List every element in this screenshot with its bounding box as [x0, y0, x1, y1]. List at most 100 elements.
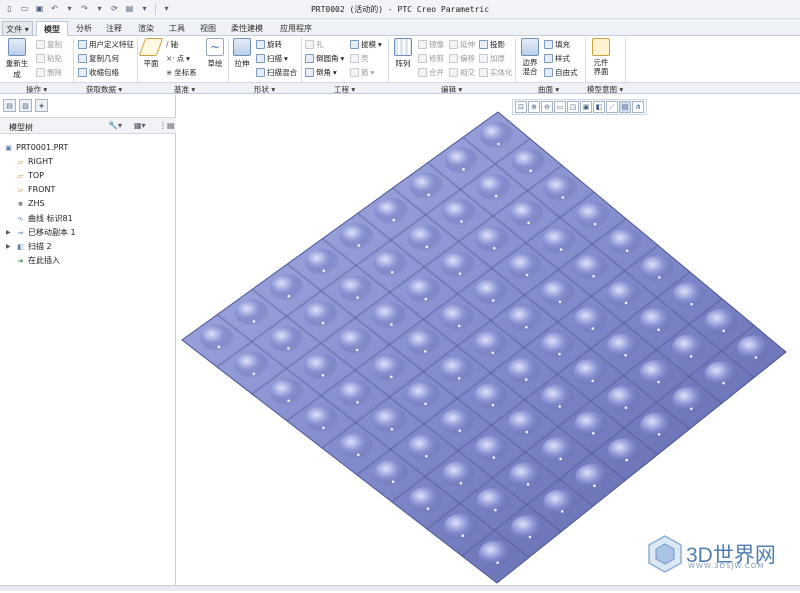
group-editing[interactable]: 编辑 ▾ — [441, 84, 462, 95]
extrude-label: 拉伸 — [234, 59, 250, 68]
axis-button[interactable]: / 轴 — [166, 39, 178, 50]
point-dropdown-icon[interactable]: ▾ — [186, 54, 190, 63]
annotation-display-icon[interactable]: ▤ — [619, 101, 631, 113]
group-datum[interactable]: 基准 ▾ — [174, 84, 195, 95]
thicken-button[interactable]: 加厚 — [479, 53, 505, 64]
refit-icon[interactable]: ⊡ — [515, 101, 527, 113]
sketch-button[interactable]: ~ 草绘 — [204, 38, 226, 69]
shrinkwrap-button[interactable]: 收缩包络 — [78, 67, 119, 78]
group-shapes[interactable]: 形状 ▾ — [254, 84, 275, 95]
paste-button[interactable]: 粘贴 — [36, 53, 62, 64]
tab-flexible-modeling[interactable]: 柔性建模 — [225, 21, 269, 36]
copy-button[interactable]: 复制 — [36, 39, 62, 50]
solidify-button[interactable]: 实体化 — [479, 67, 513, 78]
chamfer-dropdown-icon[interactable]: ▾ — [333, 68, 337, 77]
group-operations[interactable]: 操作 ▾ — [26, 84, 47, 95]
datum-display-icon[interactable]: ⟋ — [606, 101, 618, 113]
freestyle-button[interactable]: 自由式 — [544, 67, 578, 78]
horizontal-scrollbar[interactable] — [0, 585, 800, 591]
style-button[interactable]: 样式 — [544, 53, 570, 64]
swept-blend-label: 扫描混合 — [267, 68, 297, 77]
tree-item-front[interactable]: ▱ FRONT — [16, 185, 56, 194]
copy-geometry-button[interactable]: 复制几何 — [78, 53, 119, 64]
hole-button[interactable]: 孔 — [305, 39, 324, 50]
mirror-button[interactable]: 镜像 — [418, 39, 444, 50]
display-style-icon[interactable]: ◧ — [593, 101, 605, 113]
expand-arrow-icon[interactable]: ▶ — [6, 229, 11, 236]
project-button[interactable]: 投影 — [479, 39, 505, 50]
tree-item-right[interactable]: ▱ RIGHT — [16, 157, 53, 166]
draft-dropdown-icon[interactable]: ▾ — [378, 40, 382, 49]
tree-item-top[interactable]: ▱ TOP — [16, 171, 44, 180]
rib-button[interactable]: 筋 ▾ — [350, 67, 374, 78]
tree-item-zhs[interactable]: ⋇ ZHS — [16, 199, 45, 208]
zoom-in-icon[interactable]: ⊕ — [528, 101, 540, 113]
zoom-out-icon[interactable]: ⊖ — [541, 101, 553, 113]
fill-button[interactable]: 填充 — [544, 39, 570, 50]
favorites-tab-icon[interactable]: ★ — [35, 99, 48, 112]
udf-button[interactable]: 用户定义特征 — [78, 39, 134, 50]
model-tree-title: 模型树 — [9, 123, 33, 132]
tab-view[interactable]: 视图 — [194, 21, 222, 36]
regenerate-icon — [8, 38, 26, 56]
tab-render[interactable]: 渲染 — [132, 21, 160, 36]
csys-icon: ⋇ — [166, 68, 173, 77]
boundary-blend-button[interactable]: 边界混合 — [520, 38, 540, 76]
chamfer-button[interactable]: 倒角 ▾ — [305, 67, 337, 78]
tree-item-curve[interactable]: ∿ 曲线 标识81 — [16, 213, 73, 224]
trim-button[interactable]: 修剪 — [418, 53, 444, 64]
tree-show-icon[interactable]: ▦▾ — [134, 121, 146, 130]
draft-button[interactable]: 拔模 ▾ — [350, 39, 382, 50]
swept-blend-button[interactable]: 扫描混合 — [256, 67, 297, 78]
tree-item-moved-copy[interactable]: ⇒ 已移动副本 1 — [16, 227, 76, 238]
plane-button[interactable]: 平面 — [138, 38, 164, 69]
model-tree-tab-icon[interactable]: ▤ — [3, 99, 16, 112]
tab-file[interactable]: 文件 ▾ — [2, 21, 33, 36]
tree-columns-icon[interactable]: ⋮▤ — [159, 121, 175, 130]
tab-tools[interactable]: 工具 — [163, 21, 191, 36]
csys-button[interactable]: ⋇ 坐标系 — [166, 67, 197, 78]
tree-settings-icon[interactable]: 🔧▾ — [108, 121, 122, 130]
merge-button[interactable]: 合并 — [418, 67, 444, 78]
tab-annotate[interactable]: 注释 — [100, 21, 128, 36]
tab-applications[interactable]: 应用程序 — [273, 21, 319, 36]
repaint-icon[interactable]: ▭ — [554, 101, 566, 113]
surface-vertex-dot — [357, 244, 361, 247]
graphics-window[interactable] — [177, 95, 800, 591]
component-interface-button[interactable]: 元件界面 — [590, 38, 612, 76]
tab-analysis[interactable]: 分析 — [71, 21, 97, 36]
saved-views-icon[interactable]: ▣ — [580, 101, 592, 113]
folder-browser-tab-icon[interactable]: ▧ — [19, 99, 32, 112]
delete-button[interactable]: 删除 — [36, 67, 62, 78]
group-model-intent[interactable]: 模型意图 ▾ — [587, 84, 623, 95]
round-dropdown-icon[interactable]: ▾ — [341, 54, 345, 63]
group-get-data[interactable]: 获取数据 ▾ — [86, 84, 122, 95]
group-surfaces[interactable]: 曲面 ▾ — [538, 84, 559, 95]
sweep-dropdown-icon[interactable]: ▾ — [284, 54, 288, 63]
shell-button[interactable]: 壳 — [350, 53, 369, 64]
expand-arrow-icon[interactable]: ▶ — [6, 243, 11, 250]
extrude-button[interactable]: 拉伸 — [231, 38, 253, 69]
tree-item-part[interactable]: ▣ PRT0001.PRT — [4, 143, 68, 152]
intersect-button[interactable]: 相交 — [449, 67, 475, 78]
tree-item-sweep[interactable]: ◧ 扫描 2 — [16, 241, 51, 252]
reorient-icon[interactable]: ◳ — [567, 101, 579, 113]
point-button[interactable]: ×· 点 ▾ — [166, 53, 190, 64]
wavy-surface-model[interactable] — [177, 95, 800, 591]
round-button[interactable]: 倒圆角 ▾ — [305, 53, 344, 64]
surface-vertex-dot — [457, 376, 461, 380]
surface-bump — [607, 438, 642, 465]
extend-button[interactable]: 延伸 — [449, 39, 475, 50]
group-engineering[interactable]: 工程 ▾ — [334, 84, 355, 95]
spin-center-icon[interactable]: ⋔ — [632, 101, 644, 113]
thicken-label: 加厚 — [490, 54, 505, 63]
revolve-button[interactable]: 旋转 — [256, 39, 282, 50]
tree-item-insert-here[interactable]: ➜ 在此插入 — [16, 255, 60, 266]
offset-button[interactable]: 偏移 — [449, 53, 475, 64]
pattern-button[interactable]: 阵列 — [393, 38, 413, 69]
sweep-button[interactable]: 扫描 ▾ — [256, 53, 288, 64]
rib-dropdown-icon[interactable]: ▾ — [371, 68, 375, 77]
regenerate-button[interactable]: 重新生成 — [3, 38, 31, 80]
surface-bump — [511, 148, 546, 175]
tab-model[interactable]: 模型 — [36, 21, 68, 36]
